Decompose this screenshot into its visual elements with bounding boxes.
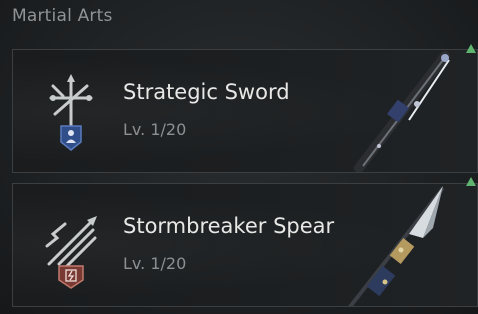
upgrade-available-icon — [466, 44, 476, 53]
spear-weapon-icon — [348, 186, 445, 306]
upgrade-available-icon — [466, 177, 476, 186]
skill-level: Lv. 1/20 — [123, 120, 187, 139]
person-badge-icon — [60, 125, 82, 151]
skill-name: Strategic Sword — [123, 80, 290, 104]
sword-cross-icon — [49, 74, 93, 151]
skill-name: Stormbreaker Spear — [123, 214, 335, 238]
skill-card-strategic-sword[interactable]: Strategic Sword Lv. 1/20 — [12, 49, 478, 173]
sword-weapon-icon — [354, 51, 450, 172]
lightning-spear-icon — [45, 216, 97, 289]
skill-card-stormbreaker-spear[interactable]: Stormbreaker Spear Lv. 1/20 — [12, 183, 478, 307]
section-title: Martial Arts — [12, 6, 113, 26]
lightning-badge-icon — [58, 265, 84, 289]
skill-level: Lv. 1/20 — [123, 254, 187, 273]
